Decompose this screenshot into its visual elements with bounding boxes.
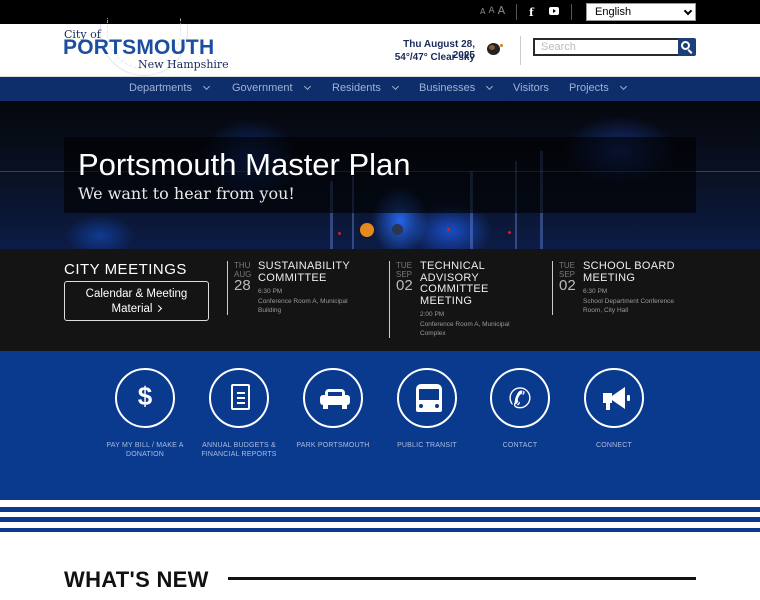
quicklink-contact[interactable]: ✆ CONTACT bbox=[480, 368, 560, 450]
chevron-down-icon bbox=[391, 82, 399, 91]
decorative-stripes bbox=[0, 496, 760, 533]
weather-icon bbox=[487, 43, 503, 55]
nav-label: Visitors bbox=[513, 82, 549, 94]
slide-indicator[interactable] bbox=[392, 224, 403, 235]
nav-label: Government bbox=[232, 82, 293, 94]
event-day: 02 bbox=[396, 277, 413, 294]
event-time: 6:30 PM bbox=[583, 288, 608, 295]
quicklink-parking[interactable]: PARK PORTSMOUTH bbox=[293, 368, 373, 450]
city-meetings: CITY MEETINGS Calendar & Meeting Materia… bbox=[0, 249, 760, 351]
youtube-icon[interactable] bbox=[549, 7, 559, 15]
hero-title[interactable]: Portsmouth Master Plan bbox=[78, 147, 411, 183]
event-location: Conference Room A, Municipal Building bbox=[258, 298, 348, 314]
quicklink-transit[interactable]: PUBLIC TRANSIT bbox=[387, 368, 467, 450]
font-size-controls: A A A bbox=[480, 5, 505, 16]
quicklink-pay-bill[interactable]: $ PAY MY BILL / MAKE A DONATION bbox=[105, 368, 185, 459]
event-time: 2:00 PM bbox=[420, 311, 445, 318]
nav-label: Residents bbox=[332, 82, 381, 94]
document-icon bbox=[231, 384, 250, 410]
search-input[interactable]: Search bbox=[533, 38, 679, 56]
hero-light bbox=[508, 231, 511, 234]
event-day: 02 bbox=[559, 277, 576, 294]
site-header: City of PORTSMOUTH New Hampshire Thu Aug… bbox=[0, 18, 760, 77]
nav-item-projects[interactable]: Projects bbox=[569, 82, 627, 94]
nav-item-government[interactable]: Government bbox=[232, 82, 311, 94]
event-title[interactable]: SUSTAINABILITY COMMITTEE bbox=[258, 260, 358, 284]
event-item[interactable]: THU AUG 28 SUSTAINABILITY COMMITTEE 6:30… bbox=[227, 260, 377, 315]
hero-subtitle: We want to hear from you! bbox=[78, 184, 295, 203]
nav-item-departments[interactable]: Departments bbox=[129, 82, 211, 94]
event-item[interactable]: TUE SEP 02 TECHNICAL ADVISORY COMMITTEE … bbox=[389, 260, 539, 338]
calendar-button[interactable]: Calendar & Meeting Material bbox=[64, 281, 209, 321]
megaphone-icon bbox=[601, 387, 631, 411]
chevron-down-icon bbox=[303, 82, 311, 91]
logo-portsmouth: PORTSMOUTH bbox=[63, 36, 215, 59]
facebook-icon[interactable]: f bbox=[529, 6, 534, 19]
hero-light bbox=[447, 228, 450, 231]
event-location: Conference Room A, Municipal Complex bbox=[420, 321, 510, 337]
quicklink-circle[interactable]: ✆ bbox=[490, 368, 550, 428]
event-dow: TUE bbox=[559, 261, 575, 270]
car-icon bbox=[320, 389, 350, 409]
chevron-down-icon bbox=[683, 6, 693, 16]
quicklink-circle[interactable] bbox=[303, 368, 363, 428]
quicklink-circle[interactable] bbox=[209, 368, 269, 428]
divider bbox=[520, 36, 521, 65]
quicklink-label[interactable]: PUBLIC TRANSIT bbox=[387, 441, 467, 450]
event-dow: THU bbox=[234, 261, 251, 270]
hero-light bbox=[338, 232, 341, 235]
event-dow: TUE bbox=[396, 261, 412, 270]
weather-temperature: 54°/47° Clear sky bbox=[394, 52, 475, 63]
quicklink-circle[interactable]: $ bbox=[115, 368, 175, 428]
nav-item-residents[interactable]: Residents bbox=[332, 82, 399, 94]
event-time: 6:30 PM bbox=[258, 288, 283, 295]
language-select[interactable]: English bbox=[586, 3, 696, 21]
divider bbox=[228, 577, 696, 580]
quicklink-label[interactable]: CONNECT bbox=[574, 441, 654, 450]
font-size-medium-button[interactable]: A bbox=[488, 7, 494, 16]
chevron-right-icon bbox=[155, 304, 163, 313]
nav-item-businesses[interactable]: Businesses bbox=[419, 82, 494, 94]
nav-item-visitors[interactable]: Visitors bbox=[513, 82, 549, 94]
calendar-button-label: Calendar & Meeting Material bbox=[85, 288, 188, 315]
chevron-down-icon bbox=[486, 82, 494, 91]
event-location: School Department Conference Room, City … bbox=[583, 298, 675, 314]
quicklink-connect[interactable]: CONNECT bbox=[574, 368, 654, 450]
quicklink-label[interactable]: PAY MY BILL / MAKE A DONATION bbox=[105, 441, 185, 459]
quicklink-label[interactable]: CONTACT bbox=[480, 441, 560, 450]
language-select-value: English bbox=[595, 6, 632, 18]
quicklink-label[interactable]: PARK PORTSMOUTH bbox=[293, 441, 373, 450]
event-title[interactable]: TECHNICAL ADVISORY COMMITTEE MEETING bbox=[420, 260, 500, 307]
main-nav: Departments Government Residents Busines… bbox=[0, 77, 760, 101]
bus-icon bbox=[416, 384, 442, 412]
quicklink-circle[interactable] bbox=[584, 368, 644, 428]
nav-label: Businesses bbox=[419, 82, 476, 94]
quicklink-circle[interactable] bbox=[397, 368, 457, 428]
divider bbox=[516, 4, 517, 20]
divider bbox=[571, 4, 572, 20]
event-title[interactable]: SCHOOL BOARD MEETING bbox=[583, 260, 693, 284]
slide-indicator-active[interactable] bbox=[360, 223, 374, 237]
font-size-small-button[interactable]: A bbox=[480, 8, 485, 16]
phone-icon: ✆ bbox=[508, 382, 532, 415]
whats-new-heading: WHAT'S NEW bbox=[64, 567, 209, 592]
chevron-down-icon bbox=[619, 82, 627, 91]
hero-caption: Portsmouth Master Plan We want to hear f… bbox=[64, 137, 696, 213]
nav-label: Departments bbox=[129, 82, 192, 94]
hero-banner[interactable]: Portsmouth Master Plan We want to hear f… bbox=[0, 101, 760, 249]
quicklink-label[interactable]: ANNUAL BUDGETS & FINANCIAL REPORTS bbox=[199, 441, 279, 459]
font-size-large-button[interactable]: A bbox=[498, 5, 506, 16]
dollar-icon: $ bbox=[137, 381, 153, 411]
search-button[interactable] bbox=[678, 38, 696, 56]
event-item[interactable]: TUE SEP 02 SCHOOL BOARD MEETING 6:30 PM … bbox=[552, 260, 702, 315]
event-day: 28 bbox=[234, 277, 251, 294]
chevron-down-icon bbox=[202, 82, 211, 91]
quicklink-budgets[interactable]: ANNUAL BUDGETS & FINANCIAL REPORTS bbox=[199, 368, 279, 459]
logo-new-hampshire: New Hampshire bbox=[138, 58, 229, 71]
meetings-heading: CITY MEETINGS bbox=[64, 261, 187, 278]
quick-links: $ PAY MY BILL / MAKE A DONATION ANNUAL B… bbox=[0, 351, 760, 496]
nav-label: Projects bbox=[569, 82, 609, 94]
